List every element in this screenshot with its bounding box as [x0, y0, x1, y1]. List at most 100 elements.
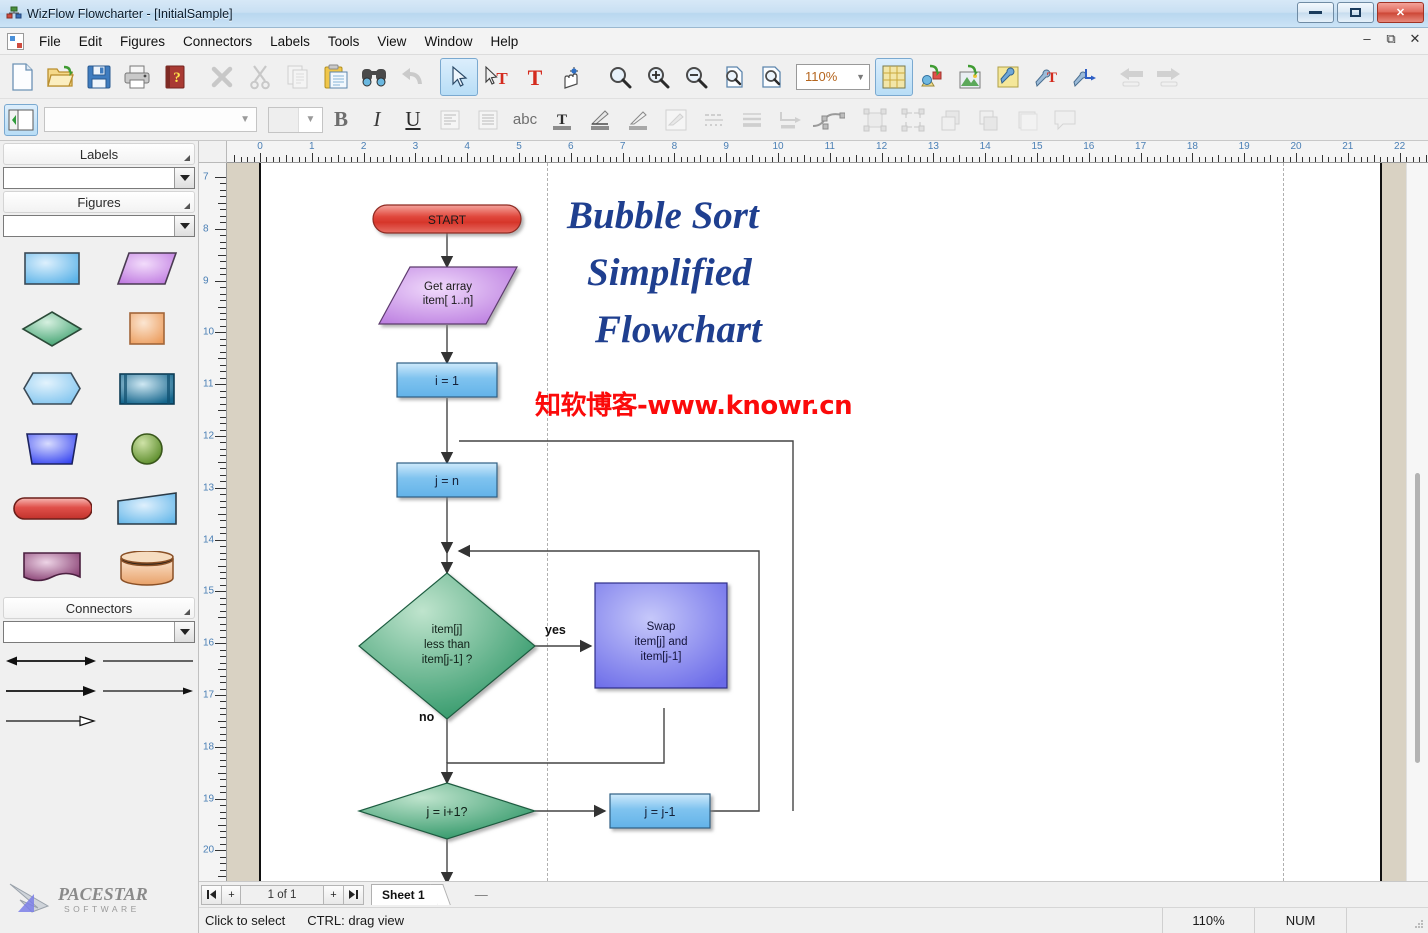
resize-grip[interactable] [1406, 908, 1428, 933]
paste-button[interactable] [317, 58, 355, 96]
connector-item[interactable] [102, 653, 194, 669]
connector-item[interactable] [5, 653, 97, 669]
grid-toggle-button[interactable] [875, 57, 913, 96]
figures-section-header[interactable]: Figures [3, 191, 195, 213]
scrollbar-thumb[interactable] [1415, 473, 1420, 763]
menu-figures[interactable]: Figures [111, 30, 174, 53]
bold-button[interactable]: B [323, 103, 359, 137]
line-color-button[interactable] [619, 101, 657, 139]
comment-button[interactable] [1046, 101, 1084, 139]
shadow-button[interactable] [657, 101, 695, 139]
shape-item[interactable] [107, 547, 187, 591]
line-width-button[interactable] [733, 101, 771, 139]
figures-style-combo[interactable] [3, 215, 195, 237]
labels-style-combo[interactable] [3, 167, 195, 189]
shape-item[interactable] [107, 487, 187, 531]
delete-button[interactable] [203, 58, 241, 96]
cut-button[interactable] [241, 58, 279, 96]
bring-front-button[interactable] [932, 101, 970, 139]
insert-page-after-button[interactable]: + [323, 884, 344, 905]
sheet-tab[interactable]: Sheet 1 [371, 884, 437, 905]
menu-edit[interactable]: Edit [70, 30, 111, 53]
navigate-back-button[interactable] [1112, 58, 1150, 96]
zoom-in-button[interactable] [639, 58, 677, 96]
mdi-close-button[interactable]: ✕ [1407, 31, 1423, 47]
image-properties-button[interactable] [951, 58, 989, 96]
zoom-page-button[interactable] [715, 58, 753, 96]
group-button[interactable] [856, 101, 894, 139]
send-back-button[interactable] [970, 101, 1008, 139]
shape-item[interactable] [107, 427, 187, 471]
text-tool-button[interactable]: T [516, 58, 554, 96]
connector-options-button[interactable] [1065, 58, 1103, 96]
copy-button[interactable] [279, 58, 317, 96]
shape-item[interactable] [107, 367, 187, 411]
save-button[interactable] [80, 58, 118, 96]
spellcheck-button[interactable]: abc [507, 103, 543, 137]
navigate-forward-button[interactable] [1150, 58, 1188, 96]
last-page-button[interactable] [343, 884, 364, 905]
panel-collapse-button[interactable] [4, 103, 38, 136]
mdi-minimize-button[interactable]: – [1359, 31, 1375, 47]
vertical-scrollbar[interactable] [1406, 163, 1428, 881]
shape-item[interactable] [12, 487, 92, 531]
zoom-level-combo[interactable]: 110% ▼ [796, 63, 870, 90]
shape-item[interactable] [107, 307, 187, 351]
undo-button[interactable] [393, 58, 431, 96]
insert-page-before-button[interactable]: + [221, 884, 242, 905]
text-options-button[interactable]: T [1027, 58, 1065, 96]
new-document-button[interactable] [4, 58, 42, 96]
first-page-button[interactable] [201, 884, 222, 905]
horizontal-ruler[interactable]: 0 1 2 3 4 5 6 7 8 9 10 11 12 13 14 15 16 17 18 19 20 21 22 [227, 141, 1428, 163]
italic-button[interactable]: I [359, 103, 395, 137]
window-maximize-button[interactable] [1337, 2, 1374, 23]
menu-view[interactable]: View [368, 30, 415, 53]
connector-item[interactable] [102, 683, 194, 699]
drawing-canvas[interactable]: Bubble Sort Simplified Flowchart START G… [227, 163, 1428, 881]
duplicate-button[interactable] [1008, 101, 1046, 139]
shape-item[interactable] [12, 547, 92, 591]
text-color-button[interactable]: T [543, 101, 581, 139]
menu-labels[interactable]: Labels [261, 30, 319, 53]
point-edit-tool-button[interactable] [554, 58, 592, 96]
underline-button[interactable]: U [395, 103, 431, 137]
menu-help[interactable]: Help [481, 30, 527, 53]
vertical-ruler[interactable]: 789101112131415161718192021 [199, 163, 227, 881]
curve-button[interactable] [809, 101, 847, 139]
shape-item[interactable] [107, 247, 187, 291]
fill-color-button[interactable] [581, 101, 619, 139]
select-tool-button[interactable] [440, 57, 478, 96]
labels-section-header[interactable]: Labels [3, 143, 195, 165]
zoom-fit-button[interactable] [753, 58, 791, 96]
help-button[interactable]: ? [156, 58, 194, 96]
text-select-tool-button[interactable]: T [478, 58, 516, 96]
menu-connectors[interactable]: Connectors [174, 30, 261, 53]
window-close-button[interactable]: ✕ [1377, 2, 1424, 23]
shape-item[interactable] [12, 367, 92, 411]
figure-properties-button[interactable] [913, 58, 951, 96]
align-left-button[interactable] [431, 101, 469, 139]
shape-item[interactable] [12, 427, 92, 471]
align-justify-button[interactable] [469, 101, 507, 139]
find-button[interactable] [355, 58, 393, 96]
menu-file[interactable]: File [30, 30, 70, 53]
menu-tools[interactable]: Tools [319, 30, 369, 53]
zoom-out-button[interactable] [677, 58, 715, 96]
shape-item[interactable] [12, 247, 92, 291]
connector-item[interactable] [5, 683, 97, 699]
mdi-restore-button[interactable]: ⧉ [1383, 31, 1399, 47]
line-style-button[interactable] [695, 101, 733, 139]
window-minimize-button[interactable] [1297, 2, 1334, 23]
tool-options-button[interactable] [989, 58, 1027, 96]
connectors-style-combo[interactable] [3, 621, 195, 643]
color-combo[interactable]: ▼ [268, 106, 323, 133]
connector-route-button[interactable] [771, 101, 809, 139]
shape-item[interactable] [12, 307, 92, 351]
ungroup-button[interactable] [894, 101, 932, 139]
connector-item[interactable] [5, 713, 97, 729]
menu-window[interactable]: Window [415, 30, 481, 53]
font-name-combo[interactable]: ▼ [44, 107, 257, 132]
print-button[interactable] [118, 58, 156, 96]
connectors-section-header[interactable]: Connectors [3, 597, 195, 619]
zoom-tool-button[interactable] [601, 58, 639, 96]
